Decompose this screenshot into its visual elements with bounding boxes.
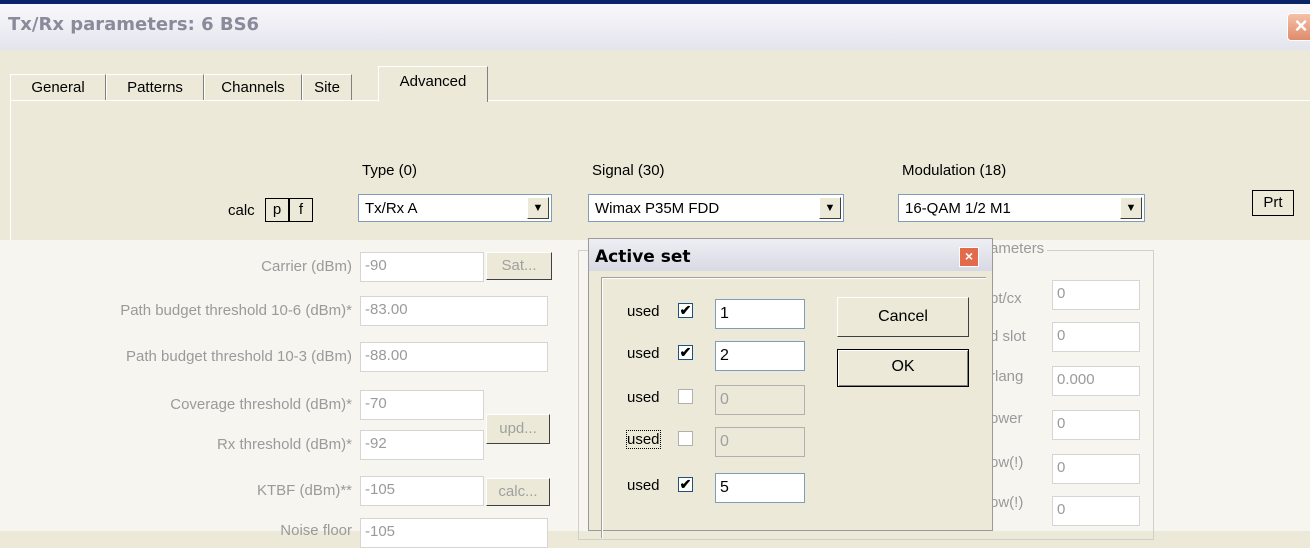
- path-budget-10-3-field[interactable]: -88.00: [360, 342, 548, 372]
- modulation-value: 16-QAM 1/2 M1: [905, 200, 1011, 217]
- signal-label: Signal (30): [592, 162, 665, 179]
- path-budget-10-6-label: Path budget threshold 10-6 (dBm)*: [120, 302, 352, 319]
- type-label: Type (0): [362, 162, 418, 179]
- param-label: ower: [990, 410, 1023, 427]
- coverage-threshold-field[interactable]: -70: [360, 390, 484, 420]
- cancel-button[interactable]: Cancel: [837, 297, 969, 337]
- param-label: d slot: [990, 328, 1026, 345]
- used-label: used: [627, 477, 660, 494]
- param-field[interactable]: 0: [1052, 454, 1140, 484]
- param-label: ow(!): [990, 454, 1024, 471]
- tab-site[interactable]: Site: [302, 74, 352, 100]
- noise-floor-field[interactable]: -105: [360, 518, 548, 548]
- type-value: Tx/Rx A: [365, 200, 418, 217]
- modulation-label: Modulation (18): [902, 162, 1007, 179]
- param-label: ow(!): [990, 494, 1024, 511]
- active-set-field[interactable]: 0: [715, 385, 805, 415]
- calc-label: calc: [228, 202, 255, 219]
- param-field[interactable]: 0: [1052, 410, 1140, 440]
- active-set-field[interactable]: 2: [715, 341, 805, 371]
- used-checkbox[interactable]: ✔: [678, 303, 693, 318]
- active-set-dialog: Active set × used ✔ 1 used ✔ 2 used 0 us…: [588, 238, 993, 538]
- coverage-threshold-label: Coverage threshold (dBm)*: [170, 396, 352, 413]
- rx-threshold-label: Rx threshold (dBm)*: [216, 436, 352, 453]
- calc-button[interactable]: calc...: [486, 478, 550, 506]
- window-title: Tx/Rx parameters: 6 BS6: [8, 14, 260, 35]
- modulation-select[interactable]: 16-QAM 1/2 M1 ▼: [898, 194, 1145, 222]
- path-budget-10-3-label: Path budget threshold 10-3 (dBm): [126, 348, 352, 365]
- close-icon[interactable]: ×: [959, 247, 979, 267]
- path-budget-10-6-field[interactable]: -83.00: [360, 296, 548, 326]
- type-select[interactable]: Tx/Rx A ▼: [358, 194, 552, 222]
- param-field[interactable]: 0: [1052, 280, 1140, 310]
- sat-button[interactable]: Sat...: [486, 252, 552, 280]
- tab-general[interactable]: General: [10, 74, 106, 100]
- active-set-field[interactable]: 0: [715, 427, 805, 457]
- ok-button[interactable]: OK: [837, 349, 969, 387]
- used-checkbox[interactable]: [678, 431, 693, 446]
- tab-advanced[interactable]: Advanced: [378, 66, 488, 102]
- calc-p-button[interactable]: p: [265, 198, 289, 222]
- prt-button[interactable]: Prt: [1252, 190, 1294, 216]
- calc-f-button[interactable]: f: [289, 198, 313, 222]
- param-field[interactable]: 0.000: [1052, 366, 1140, 396]
- rx-threshold-field[interactable]: -92: [360, 430, 484, 460]
- used-checkbox[interactable]: [678, 389, 693, 404]
- used-checkbox[interactable]: ✔: [678, 345, 693, 360]
- close-icon[interactable]: ×: [1287, 13, 1310, 41]
- dialog-title: Active set: [595, 247, 691, 267]
- signal-value: Wimax P35M FDD: [595, 200, 720, 217]
- carrier-label: Carrier (dBm): [261, 258, 352, 275]
- param-label: pt/cx: [990, 290, 1022, 307]
- upd-button[interactable]: upd...: [486, 414, 550, 444]
- active-set-field[interactable]: 5: [715, 473, 805, 503]
- param-label: rlang: [990, 368, 1024, 385]
- signal-select[interactable]: Wimax P35M FDD ▼: [588, 194, 844, 222]
- active-set-field[interactable]: 1: [715, 299, 805, 329]
- tab-patterns[interactable]: Patterns: [106, 74, 204, 100]
- param-field[interactable]: 0: [1052, 496, 1140, 526]
- chevron-down-icon[interactable]: ▼: [527, 197, 549, 219]
- used-label: used: [627, 389, 660, 406]
- tab-channels[interactable]: Channels: [204, 74, 302, 100]
- used-checkbox[interactable]: ✔: [678, 477, 693, 492]
- chevron-down-icon[interactable]: ▼: [1120, 197, 1142, 219]
- used-label: used: [627, 345, 660, 362]
- used-label: used: [627, 303, 660, 320]
- chevron-down-icon[interactable]: ▼: [819, 197, 841, 219]
- parameters-group-title: ameters: [990, 240, 1048, 257]
- used-label: used: [626, 430, 661, 449]
- ktbf-field[interactable]: -105: [360, 476, 484, 506]
- param-field[interactable]: 0: [1052, 322, 1140, 352]
- carrier-field[interactable]: -90: [360, 252, 484, 282]
- ktbf-label: KTBF (dBm)**: [256, 482, 352, 499]
